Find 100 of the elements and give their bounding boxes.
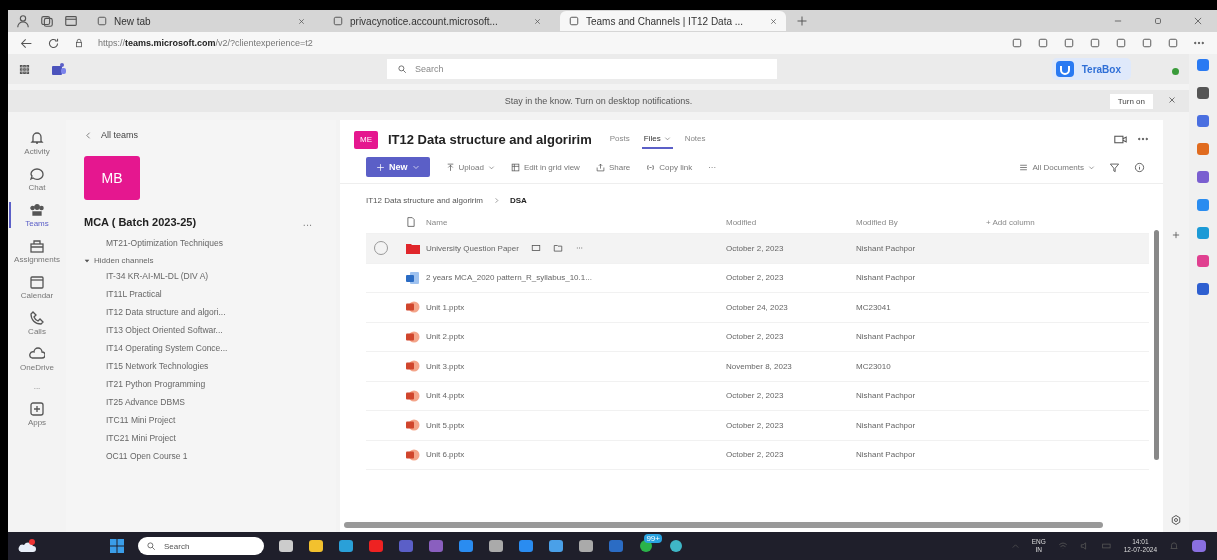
- taskbar-app-icon[interactable]: [548, 539, 564, 553]
- new-tab-icon[interactable]: [796, 15, 808, 27]
- bell-icon[interactable]: [1169, 541, 1179, 551]
- breadcrumb-link[interactable]: IT12 Data structure and algoririm: [366, 196, 483, 205]
- sidebar-app-icon[interactable]: [1196, 282, 1210, 296]
- weather-icon[interactable]: [18, 539, 36, 553]
- file-name[interactable]: Unit 6.pptx: [426, 450, 465, 460]
- rail-item[interactable]: ...: [9, 380, 65, 393]
- rail-item[interactable]: Calendar: [9, 272, 65, 302]
- new-button[interactable]: New: [366, 157, 430, 177]
- channel-tab[interactable]: Posts: [607, 130, 632, 149]
- column-header[interactable]: Name: [426, 217, 726, 227]
- back-icon[interactable]: [20, 36, 33, 50]
- settings-icon[interactable]: [1170, 514, 1182, 526]
- share-button[interactable]: Share: [595, 162, 631, 172]
- channel-item[interactable]: MT21-Optimization Techniques: [76, 234, 326, 252]
- taskbar-app-icon[interactable]: [368, 539, 384, 553]
- channel-tab[interactable]: Notes: [682, 130, 708, 149]
- turn-on-button[interactable]: Turn on: [1109, 93, 1153, 109]
- all-teams-link[interactable]: All teams: [76, 128, 326, 142]
- task-view-icon[interactable]: [278, 539, 294, 553]
- close-icon[interactable]: [769, 16, 778, 26]
- close-icon[interactable]: [1193, 16, 1203, 26]
- rail-item[interactable]: Activity: [9, 128, 65, 158]
- channel-item[interactable]: OC11 Open Course 1: [76, 447, 326, 465]
- channel-tab[interactable]: Files: [641, 130, 673, 149]
- file-row[interactable]: Unit 5.pptx October 2, 2023 Nishant Pachpor: [366, 411, 1149, 441]
- plus-icon[interactable]: [1171, 230, 1181, 240]
- sidebar-app-icon[interactable]: [1196, 114, 1210, 128]
- edit-grid-button[interactable]: Edit in grid view: [510, 162, 580, 172]
- sidebar-app-icon[interactable]: [1196, 226, 1210, 240]
- refresh-icon[interactable]: [47, 36, 60, 50]
- view-selector[interactable]: All Documents: [1019, 162, 1095, 172]
- sidebar-app-icon[interactable]: [1196, 198, 1210, 212]
- channel-item[interactable]: IT12 Data structure and algori...: [76, 303, 326, 321]
- app-grid-icon[interactable]: [18, 62, 31, 76]
- copy-link-button[interactable]: Copy link: [646, 162, 693, 172]
- channel-item[interactable]: IT15 Network Technologies: [76, 357, 326, 375]
- battery-icon[interactable]: [1101, 541, 1112, 551]
- close-icon[interactable]: [1167, 95, 1177, 105]
- folder-icon[interactable]: [308, 539, 324, 553]
- channel-item[interactable]: IT-34 KR-AI-ML-DL (DIV A): [76, 267, 326, 285]
- rail-item[interactable]: OneDrive: [9, 344, 65, 374]
- rail-item[interactable]: Teams: [9, 200, 65, 230]
- taskbar-app-icon[interactable]: [458, 539, 474, 553]
- taskbar-app-icon[interactable]: [398, 539, 414, 553]
- close-icon[interactable]: [297, 16, 306, 26]
- video-icon[interactable]: [1114, 133, 1127, 146]
- file-name[interactable]: University Question Paper: [426, 243, 519, 253]
- file-name[interactable]: Unit 3.pptx: [426, 361, 465, 371]
- upload-button[interactable]: Upload: [445, 162, 495, 172]
- search-field[interactable]: Search: [387, 59, 777, 79]
- channel-item[interactable]: IT11L Practical: [76, 285, 326, 303]
- file-row[interactable]: Unit 4.pptx October 2, 2023 Nishant Pachpor: [366, 381, 1149, 411]
- file-row[interactable]: Unit 3.pptx November 8, 2023 MC23010: [366, 352, 1149, 382]
- file-name[interactable]: Unit 5.pptx: [426, 420, 465, 430]
- hidden-channels-toggle[interactable]: Hidden channels: [76, 252, 326, 267]
- rail-item[interactable]: Calls: [9, 308, 65, 338]
- filter-icon[interactable]: [1109, 161, 1120, 173]
- folder-open-icon[interactable]: [552, 243, 563, 254]
- sidebar-app-icon[interactable]: [1196, 142, 1210, 156]
- taskbar-search[interactable]: Search: [138, 537, 264, 555]
- scrollbar[interactable]: [1154, 230, 1159, 460]
- rail-item[interactable]: Chat: [9, 164, 65, 194]
- copilot-icon[interactable]: [1191, 539, 1207, 553]
- browser-tab[interactable]: privacynotice.account.microsoft...: [324, 11, 550, 31]
- sidebar-app-icon[interactable]: [1196, 254, 1210, 268]
- more-options[interactable]: ...: [302, 216, 326, 228]
- column-header[interactable]: Modified: [726, 217, 856, 227]
- taskbar-app-icon[interactable]: [488, 539, 504, 553]
- taskbar-app-icon[interactable]: [338, 539, 354, 553]
- channel-item[interactable]: ITC11 Mini Project: [76, 411, 326, 429]
- scrollbar[interactable]: [344, 522, 1103, 528]
- taskbar-app-icon[interactable]: [578, 539, 594, 553]
- sidebar-app-icon[interactable]: [1196, 58, 1210, 72]
- file-row[interactable]: Unit 1.pptx October 24, 2023 MC23041: [366, 293, 1149, 323]
- channel-item[interactable]: IT14 Operating System Conce...: [76, 339, 326, 357]
- file-name[interactable]: 2 years MCA_2020 pattern_R_syllabus_10.1...: [426, 273, 592, 283]
- browser-tab[interactable]: Teams and Channels | IT12 Data ...: [560, 11, 786, 31]
- taskbar-app-icon[interactable]: [428, 539, 444, 553]
- file-row[interactable]: Unit 6.pptx October 2, 2023 Nishant Pachpor: [366, 440, 1149, 470]
- channel-item[interactable]: IT25 Advance DBMS: [76, 393, 326, 411]
- column-header[interactable]: + Add column: [986, 217, 1149, 227]
- taskbar-app-icon[interactable]: [668, 539, 684, 553]
- restore-icon[interactable]: [1153, 16, 1163, 26]
- file-row[interactable]: University Question Paper October 2, 2023 Nishant Pachpor: [366, 234, 1149, 264]
- file-row[interactable]: 2 years MCA_2020 pattern_R_syllabus_10.1... October 2, 2023 Nishant Pachpor: [366, 263, 1149, 293]
- file-row[interactable]: Unit 2.pptx October 2, 2023 Nishant Pachpor: [366, 322, 1149, 352]
- file-name[interactable]: Unit 2.pptx: [426, 332, 465, 342]
- info-icon[interactable]: [1134, 161, 1145, 173]
- taskbar-app-icon[interactable]: [608, 539, 624, 553]
- close-icon[interactable]: [533, 16, 542, 26]
- taskbar-app-icon[interactable]: [518, 539, 534, 553]
- more-button[interactable]: ···: [708, 162, 717, 172]
- file-name[interactable]: Unit 4.pptx: [426, 391, 465, 401]
- terabox-popup[interactable]: TeraBox: [1051, 58, 1131, 80]
- windows-start-icon[interactable]: [110, 539, 124, 553]
- channel-item[interactable]: IT21 Python Programming: [76, 375, 326, 393]
- browser-tab[interactable]: New tab: [88, 11, 314, 31]
- channel-item[interactable]: IT13 Object Oriented Softwar...: [76, 321, 326, 339]
